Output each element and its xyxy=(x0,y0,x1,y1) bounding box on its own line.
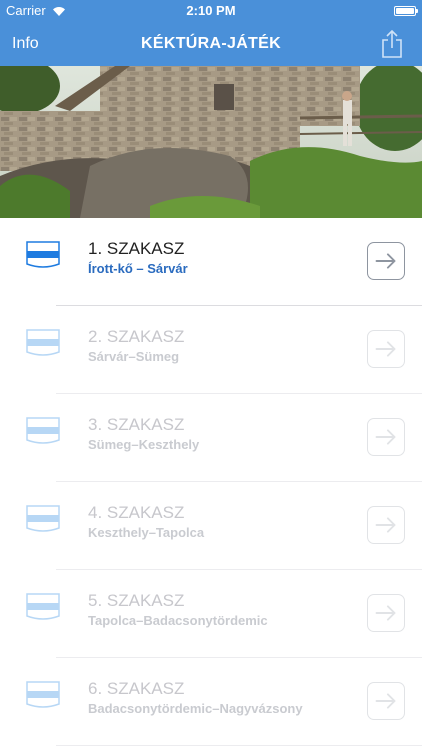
section-row-5[interactable]: 5. SZAKASZ Tapolca–Badacsonytördemic xyxy=(0,570,422,658)
section-row-3[interactable]: 3. SZAKASZ Sümeg–Keszthely xyxy=(0,394,422,482)
arrow-right-icon[interactable] xyxy=(367,506,405,544)
blue-trail-flag-icon xyxy=(26,417,60,444)
section-row-1[interactable]: 1. SZAKASZ Írott-kő – Sárvár xyxy=(0,218,422,306)
section-row-2[interactable]: 2. SZAKASZ Sárvár–Sümeg xyxy=(0,306,422,394)
section-name: 6. SZAKASZ xyxy=(88,679,185,698)
section-list: 1. SZAKASZ Írott-kő – Sárvár 2. SZAKASZ … xyxy=(0,218,422,750)
row-divider xyxy=(56,745,422,746)
status-bar: Carrier 2:10 PM xyxy=(0,0,422,22)
arrow-right-icon[interactable] xyxy=(367,242,405,280)
section-route: Tapolca–Badacsonytördemic xyxy=(88,613,268,628)
section-route: Keszthely–Tapolca xyxy=(88,525,205,540)
blue-trail-flag-icon xyxy=(26,593,60,620)
arrow-right-icon[interactable] xyxy=(367,418,405,456)
share-icon[interactable] xyxy=(380,29,404,59)
blue-trail-flag-icon xyxy=(26,241,60,268)
arrow-right-icon[interactable] xyxy=(367,594,405,632)
top-bar: Carrier 2:10 PM Info KÉKTÚRA-JÁTÉK xyxy=(0,0,422,66)
section-name: 4. SZAKASZ xyxy=(88,503,185,522)
section-route: Sárvár–Sümeg xyxy=(88,349,180,364)
navigation-bar: Info KÉKTÚRA-JÁTÉK xyxy=(0,22,422,66)
section-row-4[interactable]: 4. SZAKASZ Keszthely–Tapolca xyxy=(0,482,422,570)
section-route: Sümeg–Keszthely xyxy=(88,437,200,452)
arrow-right-icon[interactable] xyxy=(367,682,405,720)
status-time: 2:10 PM xyxy=(186,3,236,18)
section-name: 1. SZAKASZ xyxy=(88,239,185,258)
page-title: KÉKTÚRA-JÁTÉK xyxy=(141,35,281,52)
section-route: Írott-kő – Sárvár xyxy=(88,261,188,276)
section-name: 5. SZAKASZ xyxy=(88,591,185,610)
section-route: Badacsonytördemic–Nagyvázsony xyxy=(88,701,303,716)
blue-trail-flag-icon xyxy=(26,681,60,708)
section-row-6[interactable]: 6. SZAKASZ Badacsonytördemic–Nagyvázsony xyxy=(0,658,422,746)
section-name: 2. SZAKASZ xyxy=(88,327,185,346)
battery-icon xyxy=(394,6,418,16)
blue-trail-flag-icon xyxy=(26,505,60,532)
blue-trail-flag-icon xyxy=(26,329,60,356)
section-name: 3. SZAKASZ xyxy=(88,415,185,434)
arrow-right-icon[interactable] xyxy=(367,330,405,368)
hero-image xyxy=(0,66,422,218)
